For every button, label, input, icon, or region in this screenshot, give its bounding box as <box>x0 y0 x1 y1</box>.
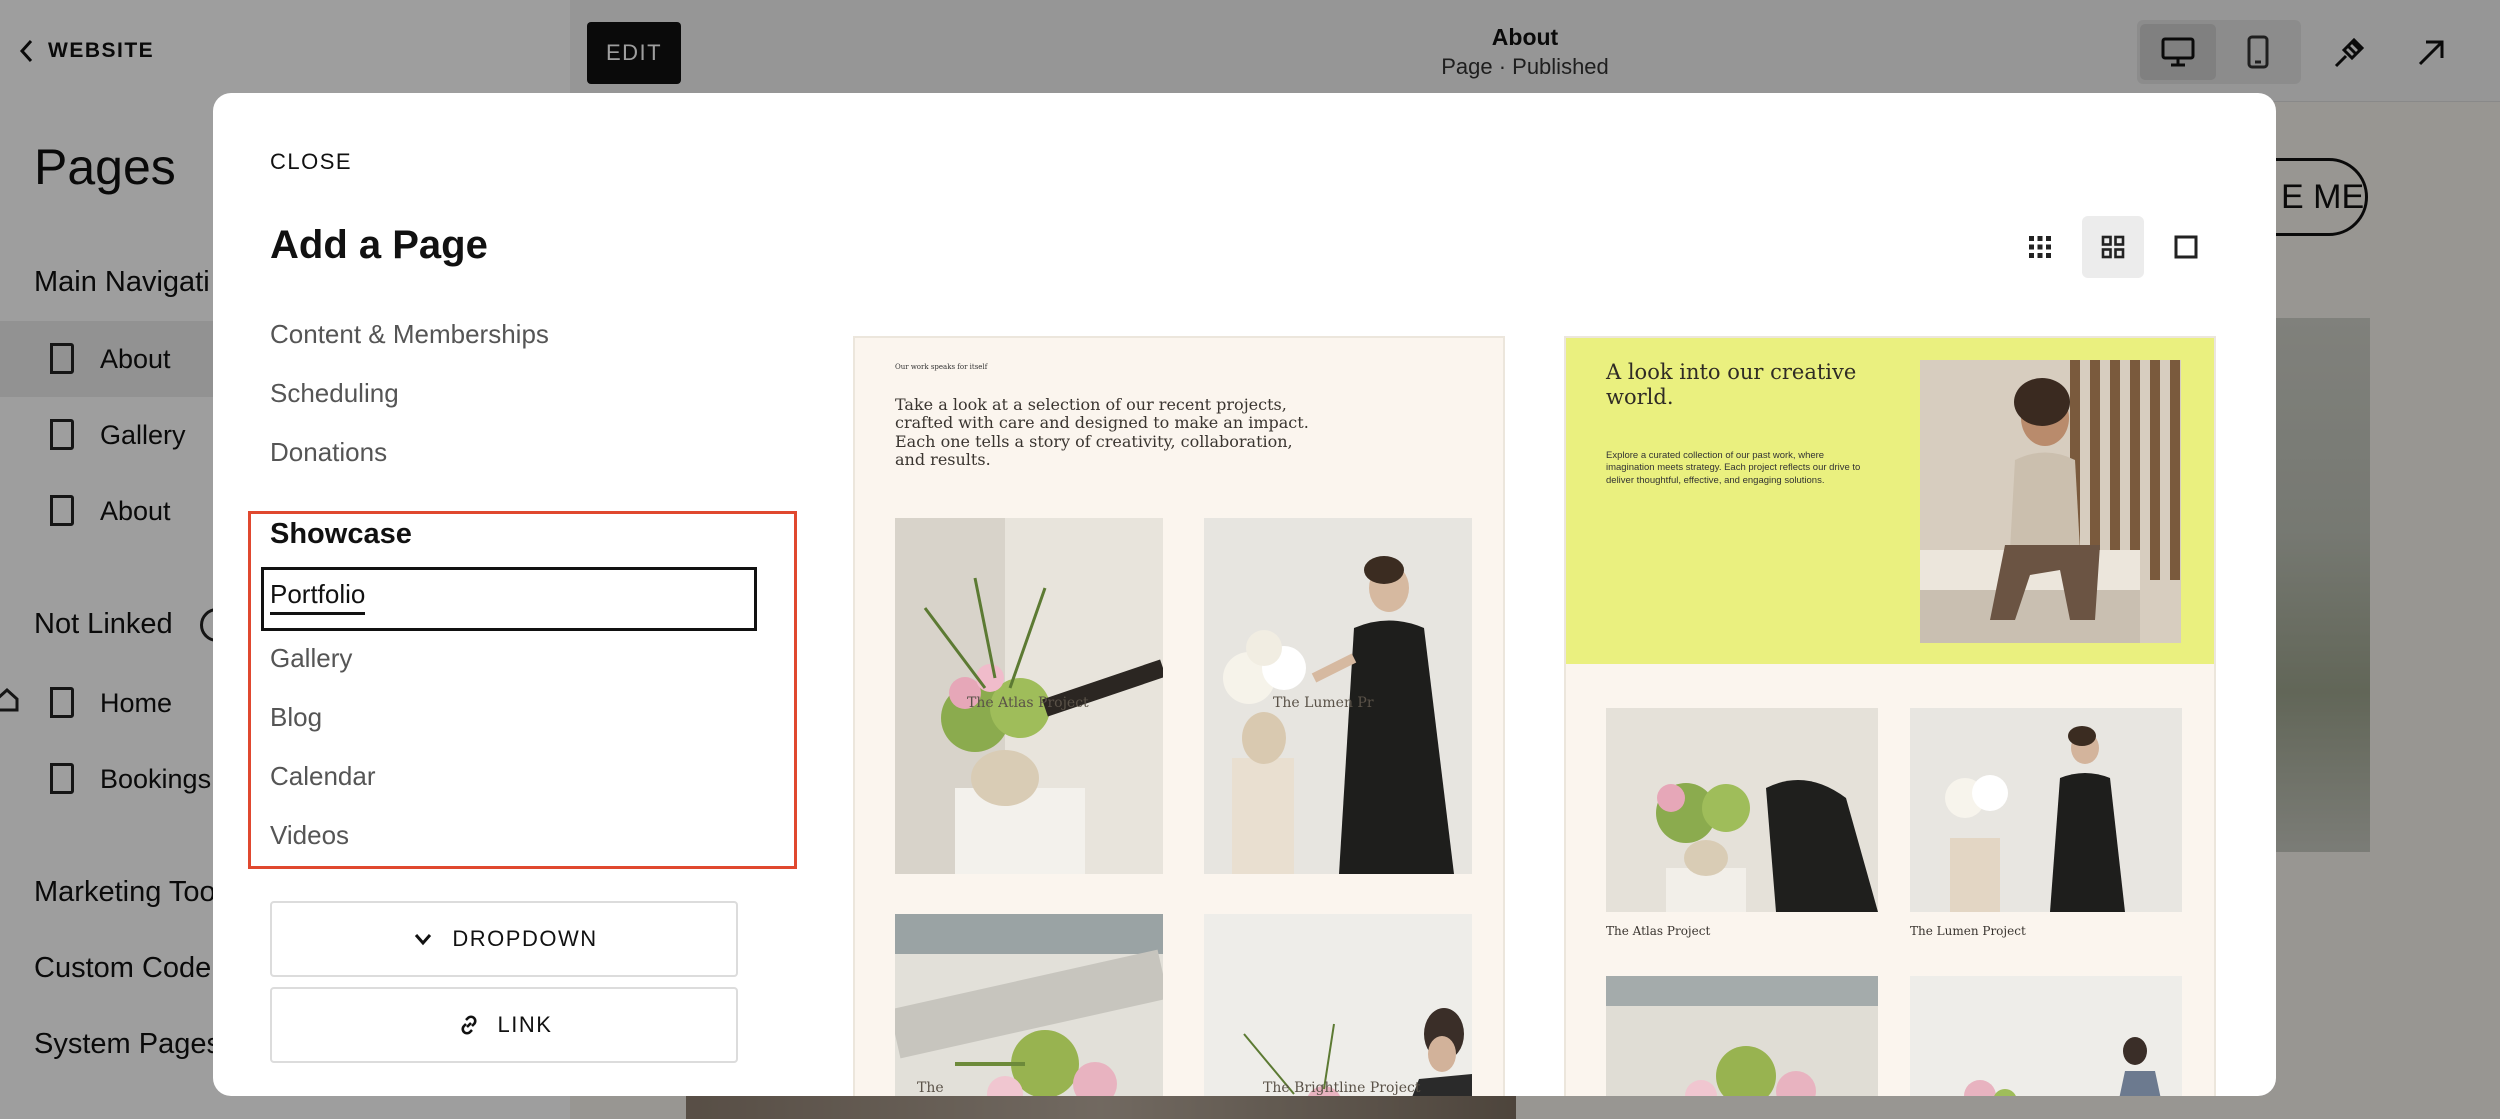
showcase-item-videos[interactable]: Videos <box>270 820 349 851</box>
template-photo <box>1910 976 2182 1096</box>
showcase-item-portfolio[interactable]: Portfolio <box>270 579 366 615</box>
template-kicker: Our work speaks for itself <box>895 363 988 371</box>
template-card-portfolio-2[interactable]: A look into our creative world. Explore … <box>1564 336 2216 1096</box>
link-label: LINK <box>497 1012 553 1037</box>
medium-grid-view-button[interactable] <box>2082 216 2144 278</box>
showcase-highlight <box>248 511 797 869</box>
template-photo <box>1204 914 1472 1096</box>
template-card-portfolio-1[interactable]: Our work speaks for itself Take a look a… <box>853 336 1505 1096</box>
template-intro: Take a look at a selection of our recent… <box>895 395 1309 470</box>
showcase-item-blog[interactable]: Blog <box>270 702 322 733</box>
small-grid-icon <box>2029 236 2051 258</box>
category-donations[interactable]: Donations <box>270 437 387 468</box>
template-caption: The Brightline Project <box>1263 1080 1421 1096</box>
template-caption: The Lumen Project <box>1910 924 2026 938</box>
template-headline: A look into our creative world. <box>1606 360 1857 410</box>
dropdown-label: DROPDOWN <box>452 926 598 951</box>
showcase-heading: Showcase <box>270 518 412 550</box>
single-view-icon <box>2174 235 2198 259</box>
template-body: Explore a curated collection of our past… <box>1606 450 1861 486</box>
showcase-item-gallery[interactable]: Gallery <box>270 643 352 674</box>
medium-grid-icon <box>2101 235 2125 259</box>
template-photo <box>1910 708 2182 912</box>
category-content-memberships[interactable]: Content & Memberships <box>270 319 549 350</box>
single-view-button[interactable] <box>2155 216 2217 278</box>
template-caption: The Atlas Project <box>1606 924 1711 938</box>
chevron-down-icon <box>415 934 432 946</box>
close-button[interactable]: CLOSE <box>270 149 352 175</box>
template-caption: The Atlas Project <box>967 695 1089 711</box>
modal-title: Add a Page <box>270 223 488 267</box>
showcase-item-calendar[interactable]: Calendar <box>270 761 376 792</box>
template-caption: The <box>917 1080 944 1096</box>
template-photo <box>895 914 1163 1096</box>
template-photo <box>1606 976 1878 1096</box>
add-page-modal: CLOSE Add a Page Content & Memberships S… <box>213 93 2276 1096</box>
small-grid-view-button[interactable] <box>2009 216 2071 278</box>
template-caption: The Lumen Pr <box>1273 695 1374 711</box>
template-photo <box>1920 360 2181 643</box>
category-scheduling[interactable]: Scheduling <box>270 378 399 409</box>
link-icon <box>461 1015 477 1035</box>
dropdown-button[interactable]: DROPDOWN <box>270 901 738 977</box>
link-button[interactable]: LINK <box>270 987 738 1063</box>
template-photo <box>1606 708 1878 912</box>
